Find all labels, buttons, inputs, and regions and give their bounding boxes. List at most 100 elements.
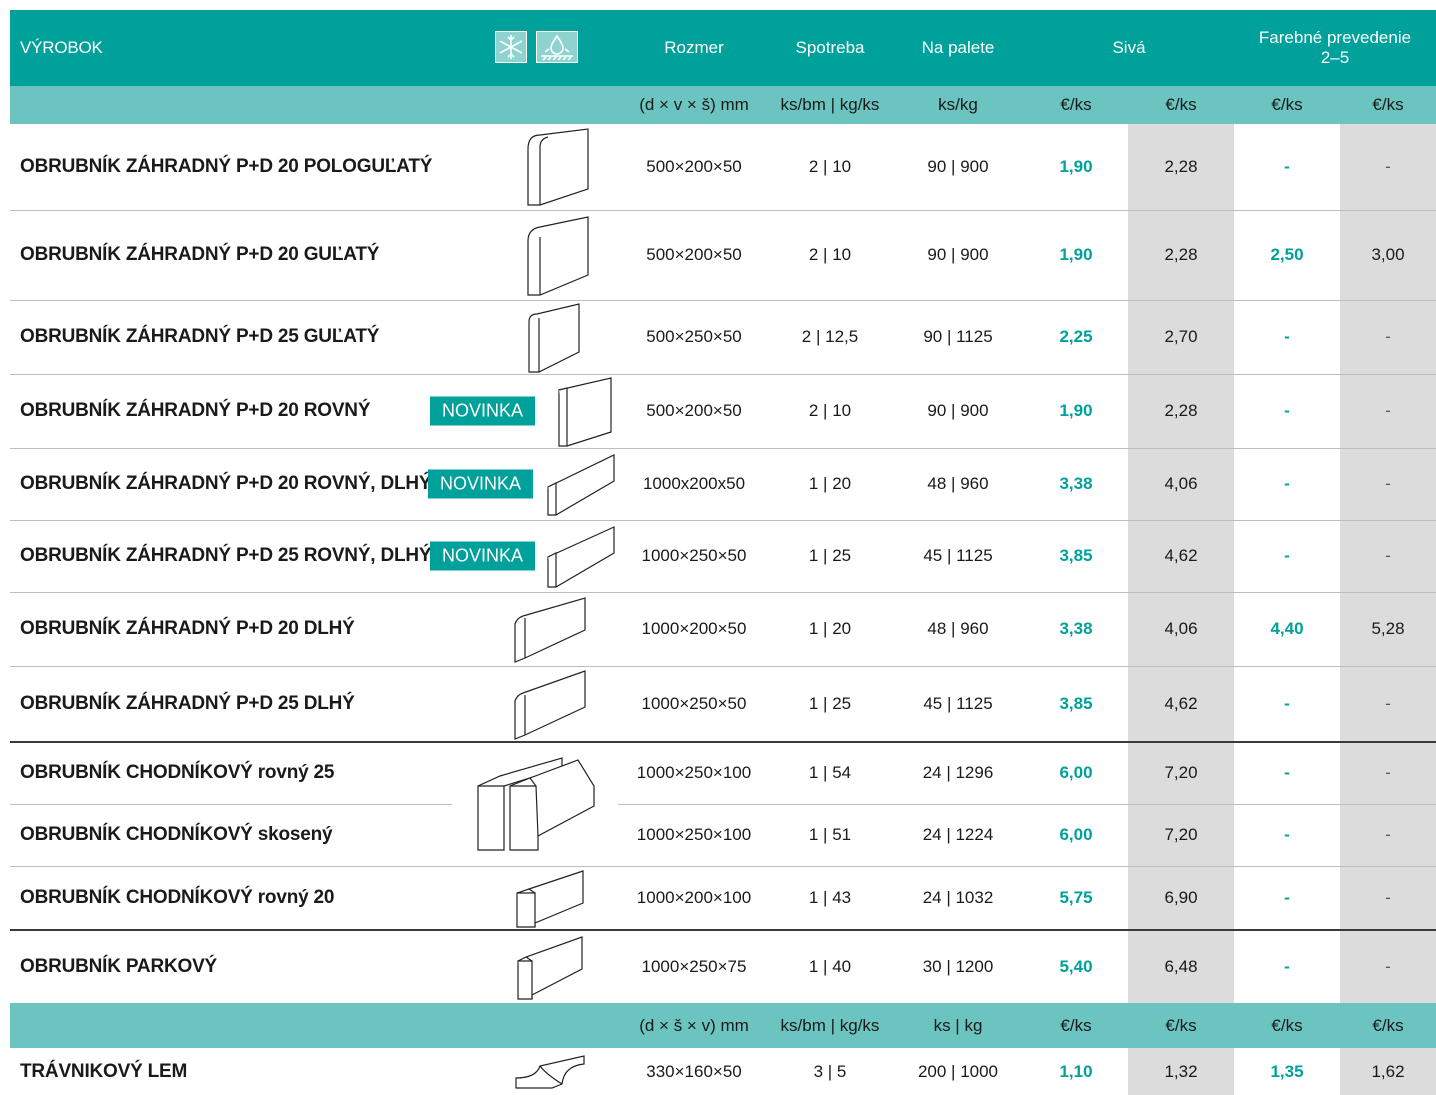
units-s2: €/ks xyxy=(1165,1015,1197,1035)
price-farebne-1: - xyxy=(1284,956,1290,976)
product-image xyxy=(470,1048,630,1095)
rozmer-cell: 1000×200×100 xyxy=(636,888,752,907)
units-header-1: (d × v × š) mm ks/bm | kg/ks ks/kg €/ks … xyxy=(10,86,1436,124)
product-image xyxy=(470,124,630,210)
price-siva-1: 1,90 xyxy=(1059,157,1093,176)
spotreba-cell: 1 | 43 xyxy=(808,888,852,907)
rozmer-cell: 1000x200x50 xyxy=(642,474,746,493)
paleta-cell: 45 | 1125 xyxy=(923,546,993,565)
table-row: OBRUBNÍK ZÁHRADNÝ P+D 20 GUĽATÝ 500×200×… xyxy=(0,210,1436,300)
paleta-cell: 90 | 900 xyxy=(927,245,989,264)
rozmer-cell: 500×200×50 xyxy=(646,157,742,176)
price-farebne-2: 5,28 xyxy=(1371,619,1405,638)
header-na-palete: Na palete xyxy=(921,38,995,57)
units-s1: €/ks xyxy=(1060,1015,1092,1035)
price-siva-1: 3,38 xyxy=(1059,474,1093,493)
units-rozmer: (d × š × v) mm xyxy=(639,1015,749,1035)
header-spotreba: Spotreba xyxy=(795,38,865,57)
rozmer-cell: 1000×250×50 xyxy=(641,546,747,565)
price-siva-2: 4,06 xyxy=(1164,619,1198,638)
paleta-cell: 24 | 1224 xyxy=(922,825,994,844)
rozmer-cell: 1000×250×75 xyxy=(641,956,747,976)
paleta-cell: 48 | 960 xyxy=(927,619,989,638)
price-farebne-2: - xyxy=(1385,888,1391,907)
price-farebne-1: 4,40 xyxy=(1270,619,1304,638)
product-name: OBRUBNÍK ZÁHRADNÝ P+D 20 GUĽATÝ xyxy=(20,244,380,265)
price-farebne-1: - xyxy=(1284,474,1290,493)
price-siva-2: 2,28 xyxy=(1164,157,1198,176)
price-farebne-1: - xyxy=(1284,401,1290,420)
table-row: OBRUBNÍK CHODNÍKOVÝ skosený 1000×250×100… xyxy=(0,804,1436,866)
price-farebne-1: - xyxy=(1284,825,1290,844)
header-farebne-range: 2–5 xyxy=(1320,48,1350,67)
product-name: OBRUBNÍK ZÁHRADNÝ P+D 20 POLOGUĽATÝ xyxy=(20,156,433,177)
price-siva-2: 2,28 xyxy=(1164,245,1198,264)
table-row: OBRUBNÍK ZÁHRADNÝ P+D 20 ROVNÝ, DLHÝ NOV… xyxy=(0,448,1436,520)
spotreba-cell: 2 | 10 xyxy=(808,157,852,176)
table-row: OBRUBNÍK CHODNÍKOVÝ rovný 20 1000×200×10… xyxy=(0,866,1436,930)
rozmer-cell: 1000×200×50 xyxy=(641,619,747,638)
spotreba-cell: 3 | 5 xyxy=(813,1061,847,1081)
spotreba-cell: 2 | 10 xyxy=(808,401,852,420)
price-siva-1: 5,40 xyxy=(1059,956,1093,976)
paleta-cell: 48 | 960 xyxy=(927,474,989,493)
rozmer-cell: 500×250×50 xyxy=(646,327,742,346)
price-siva-1: 6,00 xyxy=(1059,825,1093,844)
product-name: OBRUBNÍK PARKOVÝ xyxy=(20,955,218,977)
product-name: OBRUBNÍK CHODNÍKOVÝ rovný 25 xyxy=(20,762,335,783)
header-siva: Sivá xyxy=(1112,38,1146,57)
novinka-badge: NOVINKA xyxy=(430,396,536,426)
table-row: OBRUBNÍK ZÁHRADNÝ P+D 20 DLHÝ 1000×200×5… xyxy=(0,592,1436,666)
product-name: OBRUBNÍK CHODNÍKOVÝ rovný 20 xyxy=(20,887,335,908)
rozmer-cell: 1000×250×100 xyxy=(636,825,752,844)
price-farebne-1: - xyxy=(1284,694,1290,713)
novinka-badge: NOVINKA xyxy=(430,541,536,571)
table-row: OBRUBNÍK PARKOVÝ 1000×250×75 1 | 40 30 |… xyxy=(0,930,1436,1003)
units-na-palete: ks | kg xyxy=(933,1015,983,1035)
product-image xyxy=(470,866,630,930)
units-f2: €/ks xyxy=(1372,95,1404,114)
price-farebne-1: - xyxy=(1284,763,1290,782)
product-name: OBRUBNÍK ZÁHRADNÝ P+D 20 DLHÝ xyxy=(20,618,355,639)
price-farebne-1: - xyxy=(1284,888,1290,907)
price-siva-2: 4,62 xyxy=(1164,694,1198,713)
price-siva-2: 2,70 xyxy=(1164,327,1198,346)
units-s2: €/ks xyxy=(1165,95,1197,114)
price-siva-1: 1,90 xyxy=(1059,401,1093,420)
product-name: OBRUBNÍK ZÁHRADNÝ P+D 20 ROVNÝ xyxy=(20,400,371,421)
header-farebne-title: Farebné prevedenie xyxy=(1258,28,1412,47)
rozmer-cell: 500×200×50 xyxy=(646,245,742,264)
price-farebne-1: - xyxy=(1284,546,1290,565)
rozmer-cell: 1000×250×100 xyxy=(636,763,752,782)
spotreba-cell: 2 | 10 xyxy=(808,245,852,264)
novinka-badge: NOVINKA xyxy=(428,469,534,499)
price-farebne-1: 1,35 xyxy=(1270,1061,1304,1081)
price-farebne-2: - xyxy=(1385,546,1391,565)
price-siva-2: 2,28 xyxy=(1164,401,1198,420)
price-farebne-2: 3,00 xyxy=(1371,245,1405,264)
product-image xyxy=(540,374,630,448)
price-siva-1: 2,25 xyxy=(1059,327,1093,346)
price-siva-2: 1,32 xyxy=(1164,1061,1198,1081)
price-farebne-2: - xyxy=(1385,157,1391,176)
table-header: VÝROBOK Rozmer Spotreba Na palete Sivá F… xyxy=(10,10,1436,86)
rozmer-cell: 1000×250×50 xyxy=(641,694,747,713)
price-farebne-2: - xyxy=(1385,825,1391,844)
price-farebne-2: - xyxy=(1385,327,1391,346)
product-name: OBRUBNÍK ZÁHRADNÝ P+D 20 ROVNÝ, DLHÝ xyxy=(20,473,432,494)
units-na-palete: ks/kg xyxy=(938,95,978,114)
units-f2: €/ks xyxy=(1372,1015,1404,1035)
snowflake-icon xyxy=(495,31,527,63)
product-image xyxy=(470,930,630,1003)
spotreba-cell: 1 | 40 xyxy=(808,956,852,976)
units-spotreba: ks/bm | kg/ks xyxy=(780,95,880,114)
spotreba-cell: 2 | 12,5 xyxy=(801,327,859,346)
price-siva-1: 3,85 xyxy=(1059,546,1093,565)
price-siva-1: 1,90 xyxy=(1059,245,1093,264)
price-siva-1: 3,85 xyxy=(1059,694,1093,713)
spotreba-cell: 1 | 20 xyxy=(808,474,852,493)
spotreba-cell: 1 | 20 xyxy=(808,619,852,638)
price-farebne-1: 2,50 xyxy=(1270,245,1304,264)
table-row: OBRUBNÍK ZÁHRADNÝ P+D 20 ROVNÝ NOVINKA 5… xyxy=(0,374,1436,448)
header-farebne: Farebné prevedenie 2–5 xyxy=(1234,10,1436,86)
